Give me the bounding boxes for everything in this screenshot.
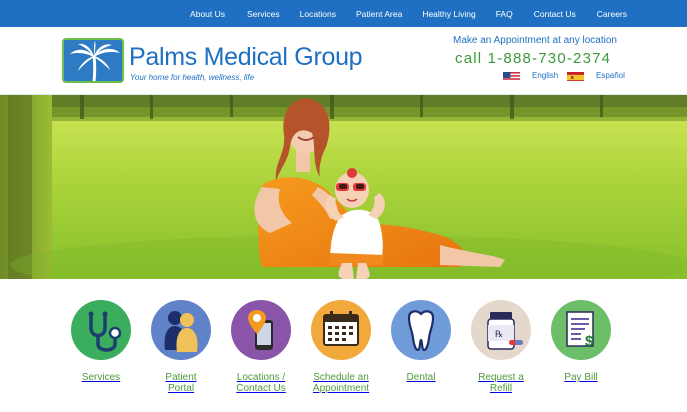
- language-english-label[interactable]: English: [532, 71, 558, 80]
- phone-number[interactable]: call 1-888-730-2374: [455, 50, 611, 67]
- nav-item-careers[interactable]: Careers: [597, 9, 627, 19]
- service-dental-label: Dental: [406, 372, 436, 383]
- service-patient-portal[interactable]: Patient Portal: [141, 300, 221, 394]
- appointment-text: Make an Appointment at any location: [453, 35, 617, 46]
- service-services-label: Services: [81, 372, 121, 383]
- svg-text:℞: ℞: [495, 330, 503, 340]
- service-dental[interactable]: Dental: [381, 300, 461, 383]
- service-services[interactable]: Services: [61, 300, 141, 383]
- nav-item-faq[interactable]: FAQ: [496, 9, 513, 19]
- svg-text:$: $: [585, 333, 594, 350]
- brand-name[interactable]: Palms Medical Group: [129, 43, 363, 72]
- bill-icon: $: [551, 300, 611, 360]
- brand-tagline: Your home for health, wellness, life: [130, 73, 255, 82]
- language-spanish[interactable]: Español: [567, 69, 625, 81]
- nav-item-locations[interactable]: Locations: [300, 9, 336, 19]
- nav-item-services[interactable]: Services: [247, 9, 280, 19]
- people-icon: [151, 300, 211, 360]
- service-schedule-appointment[interactable]: Schedule an Appointment: [301, 300, 381, 394]
- us-flag-icon: [503, 70, 520, 81]
- nav-item-patient-area[interactable]: Patient Area: [356, 9, 402, 19]
- service-locations-contact[interactable]: Locations / Contact Us: [221, 300, 301, 394]
- service-pay-bill-label: Pay Bill: [564, 372, 598, 383]
- nav-item-healthy-living[interactable]: Healthy Living: [422, 9, 475, 19]
- language-english[interactable]: English: [503, 69, 558, 81]
- service-request-refill[interactable]: ℞ Request a Refill: [461, 300, 541, 394]
- service-links: Services Patient Portal Locations / Cont…: [0, 279, 687, 412]
- calendar-icon: [311, 300, 371, 360]
- service-patient-portal-label: Patient Portal: [165, 372, 197, 394]
- palm-tree-logo-icon[interactable]: [62, 38, 124, 83]
- service-schedule-appointment-label: Schedule an Appointment: [312, 372, 370, 394]
- nav-menu: About Us Services Locations Patient Area…: [190, 0, 687, 27]
- mother-and-baby-in-grass-photo: [0, 95, 687, 279]
- spain-flag-icon: [567, 70, 584, 81]
- service-pay-bill[interactable]: $ Pay Bill: [541, 300, 621, 383]
- service-request-refill-label: Request a Refill: [478, 372, 524, 394]
- stethoscope-icon: [71, 300, 131, 360]
- language-spanish-label[interactable]: Español: [596, 71, 625, 80]
- phone-location-icon: [231, 300, 291, 360]
- pill-bottle-icon: ℞: [471, 300, 531, 360]
- tooth-icon: [391, 300, 451, 360]
- nav-item-contact-us[interactable]: Contact Us: [534, 9, 576, 19]
- service-locations-contact-label: Locations / Contact Us: [236, 372, 286, 394]
- site-header: Palms Medical Group Your home for health…: [0, 27, 687, 94]
- nav-item-about-us[interactable]: About Us: [190, 9, 225, 19]
- top-navigation-bar: About Us Services Locations Patient Area…: [0, 0, 687, 27]
